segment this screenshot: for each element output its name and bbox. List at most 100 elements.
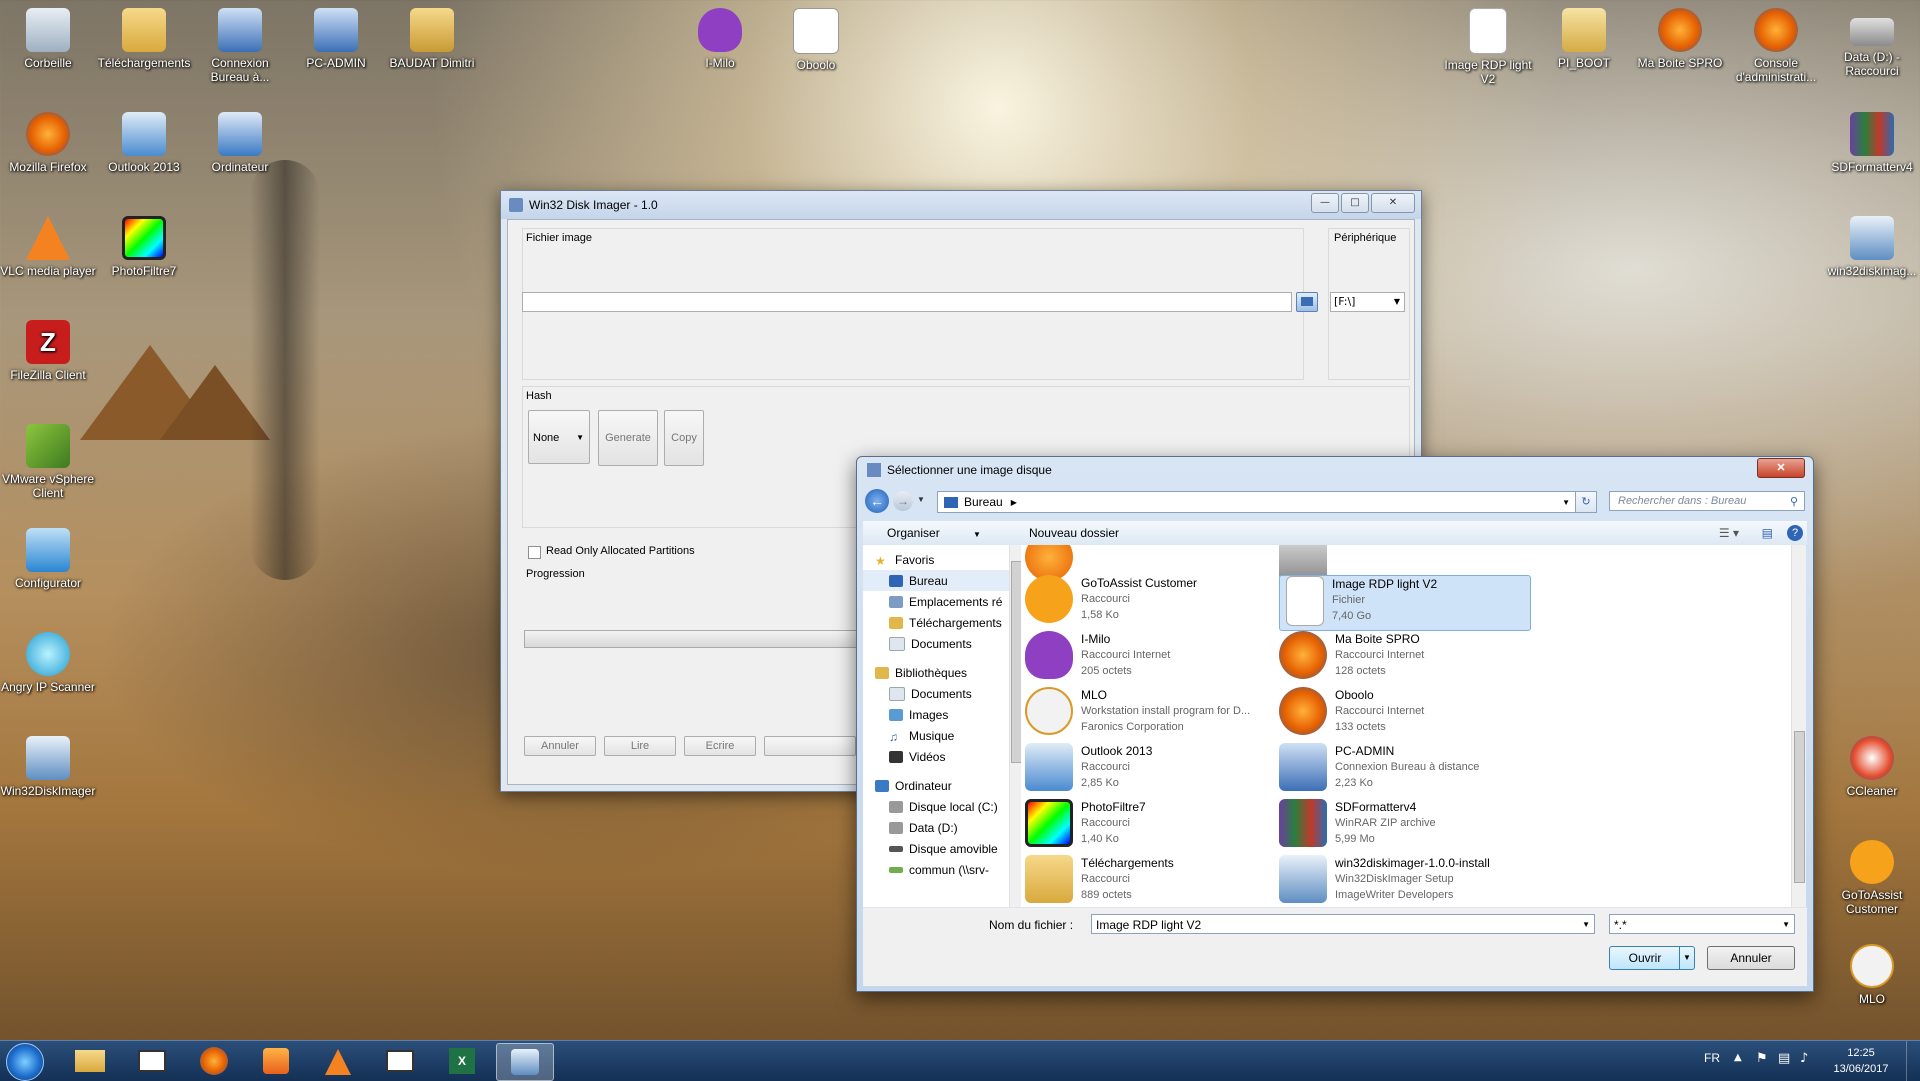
desktop-icon-image-rdp[interactable]: Image RDP light V2 [1440, 8, 1536, 86]
language-indicator[interactable]: FR [1704, 1051, 1720, 1065]
minimize-button[interactable]: — [1311, 193, 1339, 213]
desktop-icon-pi-boot[interactable]: PI_BOOT [1536, 8, 1632, 70]
file-item-selected[interactable]: Image RDP light V2 Fichier 7,40 Go [1279, 575, 1531, 631]
file-item[interactable]: Oboolo Raccourci Internet 133 octets [1279, 687, 1529, 741]
desktop-icon-oboolo[interactable]: Oboolo [768, 8, 864, 72]
nav-item-recent-places[interactable]: Emplacements ré [863, 591, 1009, 612]
taskbar-media-player[interactable] [248, 1043, 304, 1079]
desktop-icon-downloads[interactable]: Téléchargements [96, 8, 192, 70]
nav-item-lib-documents[interactable]: Documents [863, 683, 1009, 704]
refresh-button[interactable]: ↻ [1575, 491, 1597, 513]
taskbar-app-window[interactable] [124, 1043, 180, 1079]
desktop-icon-mlo[interactable]: MLO [1824, 944, 1920, 1006]
desktop-icon-remote-desktop[interactable]: Connexion Bureau à... [192, 8, 288, 84]
file-item[interactable]: win32diskimager-1.0.0-install Win32DiskIm… [1279, 855, 1529, 907]
filename-input[interactable]: Image RDP light V2 ▼ [1091, 914, 1595, 934]
help-icon[interactable]: ? [1787, 525, 1803, 541]
desktop-icon-ma-boite-spro[interactable]: Ma Boite SPRO [1632, 8, 1728, 70]
disk-imager-titlebar[interactable]: Win32 Disk Imager - 1.0 [501, 191, 1421, 219]
desktop-icon-i-milo[interactable]: I-Milo [672, 8, 768, 70]
desktop-icon-computer[interactable]: Ordinateur [192, 112, 288, 174]
forward-button[interactable]: → [893, 491, 913, 511]
desktop-icon-recycle-bin[interactable]: Corbeille [0, 8, 96, 70]
taskbar-win32diskimager[interactable] [496, 1043, 554, 1081]
file-item[interactable]: GoToAssist Customer Raccourci 1,58 Ko [1025, 575, 1275, 629]
view-options-icon[interactable]: ☰ ▾ [1719, 526, 1739, 540]
desktop-icon-console[interactable]: Console d'administrati... [1728, 8, 1824, 84]
nav-item-data-d[interactable]: Data (D:) [863, 817, 1009, 838]
taskbar-vlc[interactable] [310, 1043, 366, 1079]
open-button[interactable]: Ouvrir ▼ [1609, 946, 1695, 970]
maximize-button[interactable]: □ [1341, 193, 1369, 213]
image-file-input[interactable] [522, 292, 1292, 312]
new-folder-button[interactable]: Nouveau dossier [1029, 526, 1119, 540]
hash-algorithm-select[interactable]: None ▼ [528, 410, 590, 464]
desktop-icon-vlc[interactable]: VLC media player [0, 216, 96, 278]
dialog-close-button[interactable]: ✕ [1757, 458, 1805, 478]
desktop-icon-win32diskimager[interactable]: Win32DiskImager [0, 736, 96, 798]
desktop-icon-win32diskimag[interactable]: win32diskimag... [1824, 216, 1920, 278]
taskbar-app-window-2[interactable] [372, 1043, 428, 1079]
desktop-icon-outlook[interactable]: Outlook 2013 [96, 112, 192, 174]
file-item[interactable]: PhotoFiltre7 Raccourci 1,40 Ko [1025, 799, 1275, 853]
search-input[interactable]: Rechercher dans : Bureau ⚲ [1609, 491, 1805, 511]
show-hidden-icons[interactable]: ▲ [1734, 1052, 1742, 1063]
organize-button[interactable]: Organiser ▼ [875, 526, 999, 540]
desktop-icon-vsphere[interactable]: VMware vSphere Client [0, 424, 96, 500]
volume-icon[interactable]: ♪ [1800, 1051, 1808, 1066]
device-select[interactable]: [F:\] ▼ [1330, 292, 1405, 312]
desktop-icon-configurator[interactable]: Configurator [0, 528, 96, 590]
desktop-icon-data-d[interactable]: Data (D:) - Raccourci [1824, 8, 1920, 78]
file-item[interactable]: MLO Workstation install program for D... F… [1025, 687, 1275, 741]
file-item[interactable]: I-Milo Raccourci Internet 205 octets [1025, 631, 1275, 685]
cancel-button[interactable]: Annuler [524, 736, 596, 756]
nav-item-documents[interactable]: Documents [863, 633, 1009, 654]
network-icon[interactable]: ▤ [1778, 1051, 1790, 1066]
desktop-icon-gotoassist[interactable]: GoToAssist Customer [1824, 840, 1920, 916]
start-button[interactable] [6, 1043, 44, 1081]
taskbar-firefox[interactable] [186, 1043, 242, 1079]
back-button[interactable]: ← [865, 489, 889, 513]
chevron-down-icon[interactable]: ▼ [1679, 947, 1694, 969]
desktop-icon-pc-admin[interactable]: PC-ADMIN [288, 8, 384, 70]
file-type-filter[interactable]: *.* ▼ [1609, 914, 1795, 934]
nav-item-downloads[interactable]: Téléchargements [863, 612, 1009, 633]
readonly-checkbox[interactable] [528, 546, 541, 559]
generate-button[interactable]: Generate [598, 410, 658, 466]
desktop-icon-baudat[interactable]: BAUDAT Dimitri [384, 8, 480, 70]
copy-button[interactable]: Copy [664, 410, 704, 466]
desktop-icon-angry-ip[interactable]: Angry IP Scanner [0, 632, 96, 694]
file-item[interactable]: Téléchargements Raccourci 889 octets [1025, 855, 1275, 907]
file-list-scrollbar[interactable] [1791, 545, 1806, 907]
file-list-scrollbar-thumb[interactable] [1794, 731, 1805, 883]
file-item[interactable]: Ma Boite SPRO Raccourci Internet 128 octet… [1279, 631, 1529, 685]
desktop-icon-sdformatter[interactable]: SDFormatterv4 [1824, 112, 1920, 174]
nav-favorites[interactable]: ★ Favoris [863, 549, 1009, 570]
desktop-icon-firefox[interactable]: Mozilla Firefox [0, 112, 96, 174]
nav-item-videos[interactable]: Vidéos [863, 746, 1009, 767]
exit-button[interactable] [764, 736, 856, 756]
nav-item-removable[interactable]: Disque amovible [863, 838, 1009, 859]
write-button[interactable]: Ecrire [684, 736, 756, 756]
desktop-icon-ccleaner[interactable]: CCleaner [1824, 736, 1920, 798]
address-bar[interactable]: Bureau ▶ ▼ [937, 491, 1577, 513]
taskbar-excel[interactable]: X [434, 1043, 490, 1079]
preview-pane-icon[interactable]: ▤ [1762, 526, 1773, 540]
taskbar-explorer[interactable] [62, 1043, 118, 1079]
file-item[interactable]: Outlook 2013 Raccourci 2,85 Ko [1025, 743, 1275, 797]
file-item[interactable]: SDFormatterv4 WinRAR ZIP archive 5,99 Mo [1279, 799, 1529, 853]
nav-computer[interactable]: Ordinateur [863, 775, 1009, 796]
nav-item-network-share[interactable]: commun (\\srv- [863, 859, 1009, 880]
close-button[interactable]: ✕ [1371, 193, 1415, 213]
nav-item-music[interactable]: ♫ Musique [863, 725, 1009, 746]
dialog-titlebar[interactable]: Sélectionner une image disque [857, 457, 1813, 483]
recent-locations-button[interactable]: ▼ [917, 495, 925, 504]
action-center-flag-icon[interactable]: ⚑ [1756, 1051, 1768, 1066]
nav-item-local-disk[interactable]: Disque local (C:) [863, 796, 1009, 817]
show-desktop-button[interactable] [1906, 1041, 1920, 1081]
desktop-icon-filezilla[interactable]: Z FileZilla Client [0, 320, 96, 382]
clock[interactable]: 12:25 13/06/2017 [1826, 1045, 1896, 1077]
browse-folder-button[interactable] [1296, 292, 1318, 312]
file-item[interactable]: PC-ADMIN Connexion Bureau à distance 2,23 … [1279, 743, 1529, 797]
nav-item-desktop[interactable]: Bureau [863, 570, 1009, 591]
